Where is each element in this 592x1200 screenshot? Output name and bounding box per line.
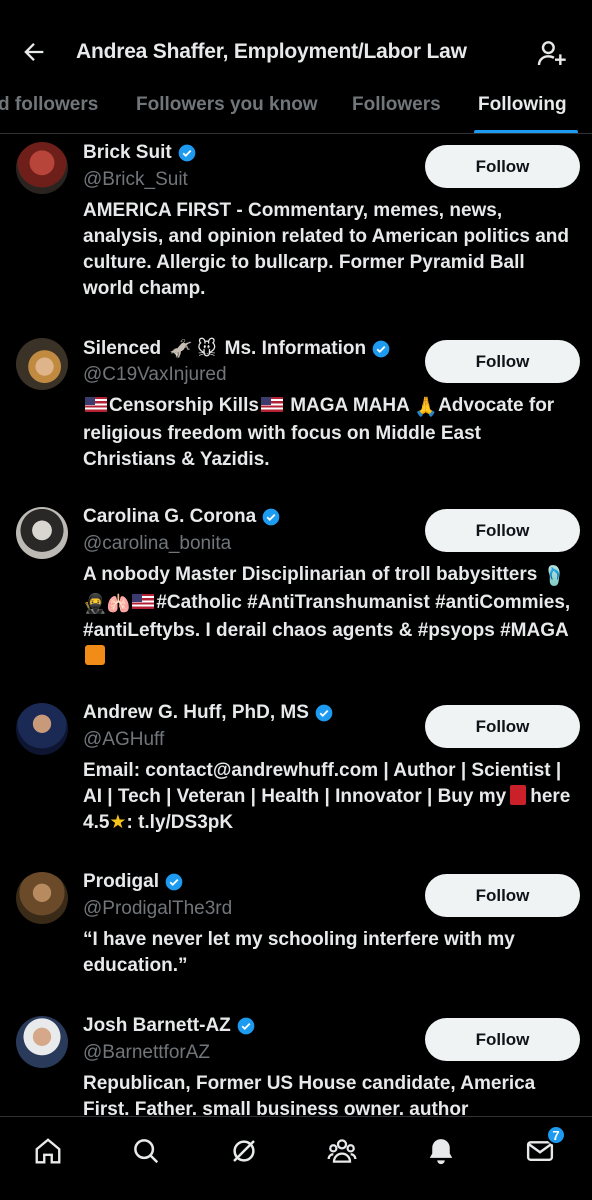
follow-button[interactable]: Follow	[425, 340, 580, 383]
star-icon: ★	[109, 812, 127, 833]
verified-badge-icon	[262, 508, 280, 526]
follow-button[interactable]: Follow	[425, 874, 580, 917]
top-app-bar: Andrea Shaffer, Employment/Labor Law	[0, 0, 592, 82]
nav-home[interactable]	[28, 1131, 68, 1171]
avatar[interactable]	[16, 142, 68, 194]
orange-square-icon	[85, 645, 105, 665]
tab-verified-followers[interactable]: d followers	[0, 94, 98, 116]
user-name: Andrew G. Huff, PhD, MS	[83, 702, 309, 723]
avatar[interactable]	[16, 507, 68, 559]
user-handle: @BarnettforAZ	[83, 1042, 210, 1063]
follow-button[interactable]: Follow	[425, 509, 580, 552]
user-name-suffix: Ms. Information	[224, 338, 367, 359]
us-flag-icon	[85, 397, 107, 412]
verified-badge-icon	[165, 873, 183, 891]
mouse-emoji-icon: 🐭	[196, 338, 217, 360]
user-bio: Email: contact@andrewhuff.com | Author |…	[83, 758, 573, 836]
user-handle: @Brick_Suit	[83, 169, 188, 190]
communities-icon	[327, 1139, 357, 1163]
praying-hands-icon: 🙏	[414, 397, 439, 418]
avatar[interactable]	[16, 1016, 68, 1068]
verified-badge-icon	[237, 1017, 255, 1035]
user-name-line: Silenced 🫏 🐭 Ms. Information	[83, 337, 391, 361]
list-item[interactable]: Andrew G. Huff, PhD, MS @AGHuff Email: c…	[0, 698, 592, 848]
nav-search[interactable]	[126, 1131, 166, 1171]
grok-icon	[233, 1140, 255, 1162]
notifications-icon	[429, 1139, 453, 1165]
bio-text: #Catholic #AntiTranshumanist #antiCommie…	[83, 592, 571, 641]
add-user-icon	[537, 41, 566, 66]
avatar[interactable]	[16, 703, 68, 755]
list-item[interactable]: Prodigal @ProdigalThe3rd “I have never l…	[0, 867, 592, 992]
list-item[interactable]: Carolina G. Corona @carolina_bonita A no…	[0, 502, 592, 677]
list-item[interactable]: Brick Suit @Brick_Suit AMERICA FIRST - C…	[0, 138, 592, 318]
list-item[interactable]: Josh Barnett-AZ @BarnettforAZ Republican…	[0, 1011, 592, 1115]
bio-text: A nobody Master Disciplinarian of troll …	[83, 564, 538, 585]
verified-badge-icon	[372, 340, 390, 358]
follow-button[interactable]: Follow	[425, 705, 580, 748]
avatar[interactable]	[16, 872, 68, 924]
user-name-line: Carolina G. Corona	[83, 506, 281, 528]
red-book-icon	[510, 785, 527, 805]
bio-text: Censorship Kills	[109, 395, 259, 416]
nav-grok[interactable]	[224, 1131, 264, 1171]
user-name-line: Andrew G. Huff, PhD, MS	[83, 702, 334, 724]
following-list: Brick Suit @Brick_Suit AMERICA FIRST - C…	[0, 135, 592, 1115]
bio-text: Email: contact@andrewhuff.com | Author |…	[83, 760, 562, 807]
nav-notifications[interactable]	[421, 1131, 461, 1171]
nav-communities[interactable]	[322, 1131, 362, 1171]
us-flag-icon	[260, 397, 283, 412]
list-item[interactable]: Silenced 🫏 🐭 Ms. Information @C19VaxInju…	[0, 333, 592, 483]
verified-badge-icon	[315, 704, 333, 722]
follow-button[interactable]: Follow	[425, 145, 580, 188]
user-name: Silenced	[83, 338, 162, 359]
user-handle: @C19VaxInjured	[83, 364, 227, 385]
user-name-line: Prodigal	[83, 871, 184, 893]
donkey-emoji-icon: 🫏	[169, 339, 193, 360]
tab-followers-you-know[interactable]: Followers you know	[136, 94, 318, 116]
bio-text: : t.ly/DS3pK	[126, 812, 234, 833]
user-bio: Republican, Former US House candidate, A…	[83, 1073, 536, 1115]
page-title: Andrea Shaffer, Employment/Labor Law	[76, 40, 467, 63]
follow-button[interactable]: Follow	[425, 1018, 580, 1061]
user-bio: Censorship Kills MAGA MAHA 🙏Advocate for…	[83, 393, 573, 473]
lungs-emoji-icon: 🫁	[106, 594, 131, 615]
verified-badge-icon	[178, 144, 196, 162]
arrow-left-icon	[24, 43, 44, 61]
user-bio: “I have never let my schooling interfere…	[83, 929, 515, 976]
user-handle: @AGHuff	[83, 729, 165, 750]
search-icon	[134, 1139, 159, 1164]
flip-flop-emoji-icon: 🩴	[542, 566, 567, 587]
us-flag-icon	[132, 594, 155, 609]
user-name: Prodigal	[83, 871, 160, 892]
bottom-navigation: 7	[0, 1116, 592, 1200]
ninja-emoji-icon: 🥷	[83, 594, 107, 615]
bio-text: MAGA MAHA	[284, 395, 415, 416]
back-button[interactable]	[18, 36, 50, 68]
tab-following[interactable]: Following	[478, 94, 567, 116]
nav-messages[interactable]: 7	[520, 1125, 566, 1171]
user-bio: AMERICA FIRST - Commentary, memes, news,…	[83, 200, 570, 299]
user-handle: @ProdigalThe3rd	[83, 898, 233, 919]
user-bio: A nobody Master Disciplinarian of troll …	[83, 562, 573, 670]
tab-followers[interactable]: Followers	[352, 94, 441, 116]
user-name: Carolina G. Corona	[83, 506, 257, 527]
home-icon	[35, 1138, 61, 1164]
active-tab-indicator	[474, 130, 578, 133]
add-user-button[interactable]	[534, 36, 568, 70]
user-name: Josh Barnett-AZ	[83, 1015, 231, 1036]
user-name-line: Brick Suit	[83, 142, 197, 164]
user-handle: @carolina_bonita	[83, 533, 232, 554]
messages-badge: 7	[546, 1125, 566, 1145]
avatar[interactable]	[16, 338, 68, 390]
user-name-line: Josh Barnett-AZ	[83, 1015, 256, 1037]
tab-bar: d followers Followers you know Followers…	[0, 82, 592, 134]
user-name: Brick Suit	[83, 142, 172, 163]
